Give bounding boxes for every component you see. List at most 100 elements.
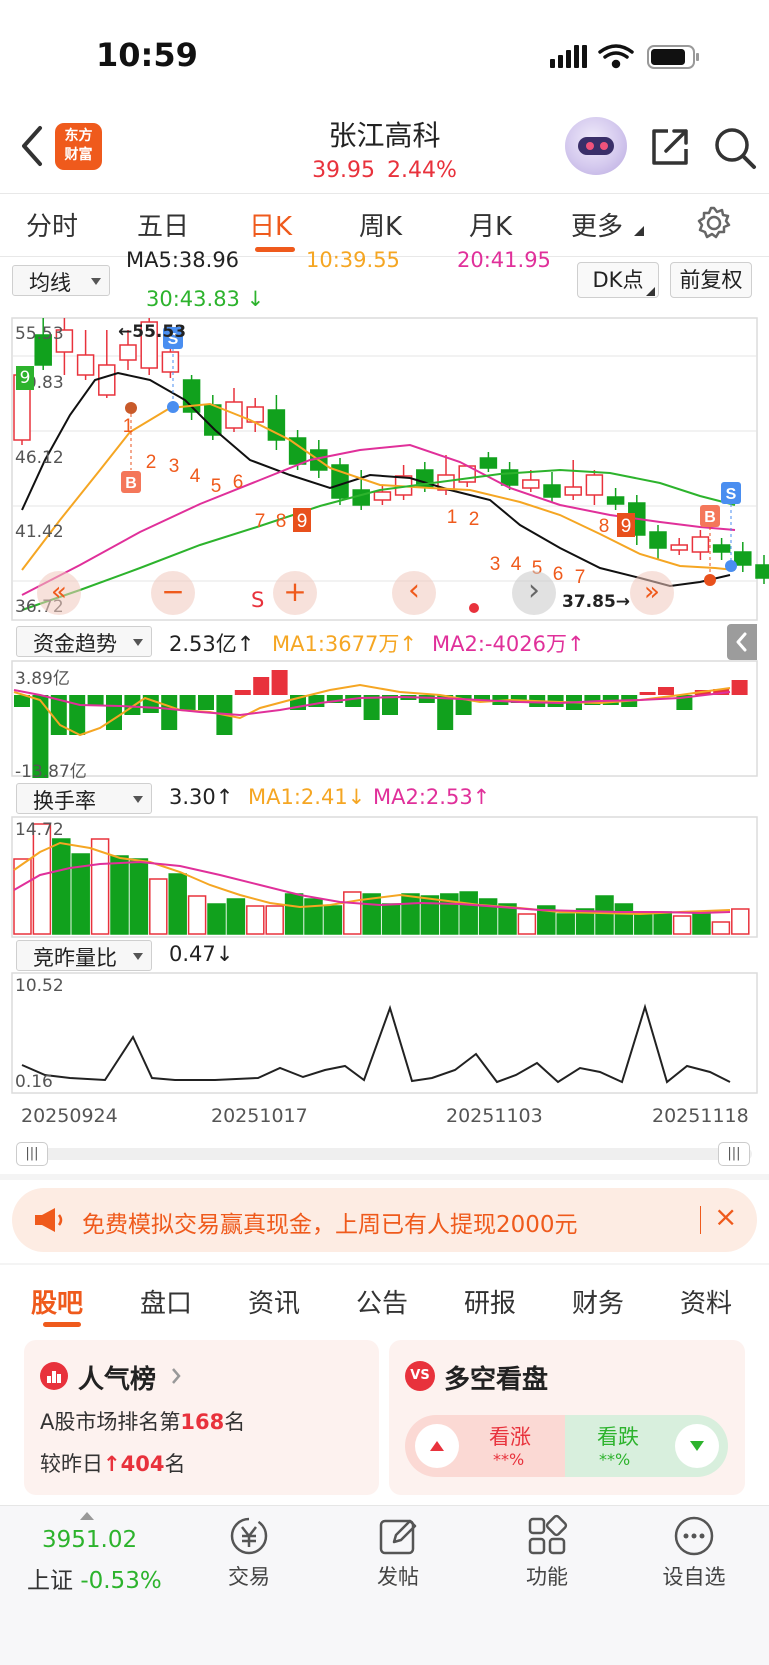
high-price-label: ←55.53 bbox=[118, 322, 187, 342]
candle-down bbox=[755, 564, 769, 579]
post-edit-icon[interactable] bbox=[376, 1514, 420, 1558]
chart-prev-button[interactable]: ‹ bbox=[392, 571, 436, 615]
gear-icon[interactable] bbox=[697, 206, 731, 240]
collapse-side-button[interactable] bbox=[727, 624, 757, 660]
turnover-down-bar bbox=[226, 898, 246, 935]
candle-down bbox=[479, 457, 498, 469]
nav-trade[interactable]: 交易 bbox=[189, 1561, 309, 1591]
search-icon[interactable] bbox=[712, 125, 758, 171]
turnover-down-bar bbox=[401, 893, 420, 935]
turnover-up-bar bbox=[711, 921, 731, 935]
turnover-y-top: 14.72 bbox=[15, 820, 64, 840]
candle-up bbox=[691, 536, 710, 553]
indicator-dropdown-ratio[interactable]: 竞昨量比 bbox=[16, 940, 152, 971]
robot-eye-icon bbox=[586, 142, 594, 150]
fund-outflow-bar bbox=[418, 695, 435, 703]
turnover-value: 3.30↑ bbox=[169, 785, 234, 809]
nav-add-watchlist[interactable]: 设自选 bbox=[634, 1561, 754, 1591]
candle-down bbox=[734, 551, 752, 566]
fund-outflow-bar bbox=[198, 695, 214, 710]
bear-percent: **% bbox=[599, 1450, 631, 1469]
ratio-y-bottom: 0.16 bbox=[15, 1072, 53, 1092]
indicator-dropdown-fund[interactable]: 资金趋势 bbox=[16, 626, 152, 657]
tab-day-k[interactable]: 日K bbox=[249, 206, 292, 243]
candle-down bbox=[649, 531, 667, 549]
nav-post[interactable]: 发帖 bbox=[338, 1561, 458, 1591]
fund-inflow-bar bbox=[253, 677, 270, 695]
ranking-icon bbox=[40, 1362, 68, 1390]
td-count-label: 7 bbox=[255, 511, 266, 532]
range-slider-track[interactable] bbox=[16, 1148, 752, 1160]
td-count-label: 6 bbox=[233, 472, 244, 493]
turnover-up-bar bbox=[672, 915, 692, 935]
date-label: 20251017 bbox=[211, 1105, 308, 1127]
td-count-label: 8 bbox=[276, 511, 287, 532]
candle-up bbox=[98, 364, 116, 396]
zoom-in-button[interactable]: + bbox=[273, 571, 317, 615]
turnover-down-bar bbox=[304, 898, 323, 935]
ratio-y-top: 10.52 bbox=[15, 976, 64, 996]
index-name-change[interactable]: 上证 -0.53% bbox=[27, 1561, 162, 1595]
tab-research[interactable]: 研报 bbox=[464, 1283, 516, 1320]
tab-news[interactable]: 资讯 bbox=[248, 1283, 300, 1320]
range-handle-right[interactable]: ||| bbox=[718, 1142, 750, 1166]
td-count-label: 9 bbox=[621, 516, 632, 537]
chart-last-button[interactable]: » bbox=[630, 571, 674, 615]
chart-first-button[interactable]: « bbox=[37, 571, 81, 615]
tab-wuri[interactable]: 五日 bbox=[137, 206, 189, 243]
td-count-label: 2 bbox=[146, 452, 157, 473]
tab-week-k[interactable]: 周K bbox=[359, 206, 402, 243]
popularity-title: 人气榜 bbox=[78, 1365, 157, 1395]
turnover-down-bar bbox=[653, 911, 672, 935]
turnover-up-bar bbox=[149, 878, 168, 935]
chart-next-button[interactable]: › bbox=[512, 571, 556, 615]
date-label: 20251118 bbox=[652, 1105, 749, 1127]
chevron-left-icon bbox=[736, 632, 747, 652]
range-handle-left[interactable]: ||| bbox=[16, 1142, 48, 1166]
turnover-down-bar bbox=[556, 913, 575, 935]
ma20-value: 20:41.95 bbox=[457, 248, 551, 272]
td-count-label: 3 bbox=[490, 554, 501, 575]
zoom-out-button[interactable]: − bbox=[151, 571, 195, 615]
section-divider bbox=[0, 1263, 769, 1265]
tab-fenshi[interactable]: 分时 bbox=[26, 206, 78, 243]
promo-text: 免费模拟交易赢真现金，上周已有人提现2000元 bbox=[82, 1212, 578, 1238]
tab-announcements[interactable]: 公告 bbox=[356, 1283, 408, 1320]
chevron-right-icon bbox=[172, 1368, 181, 1384]
fund-ma1: MA1:3677万↑ bbox=[272, 632, 417, 656]
expand-up-icon[interactable] bbox=[80, 1512, 94, 1520]
index-value[interactable]: 3951.02 bbox=[42, 1527, 137, 1553]
volume-ratio-chart bbox=[11, 972, 758, 1094]
fund-outflow-bar bbox=[106, 695, 122, 730]
tab-month-k[interactable]: 月K bbox=[469, 206, 512, 243]
tab-profile[interactable]: 资料 bbox=[680, 1283, 732, 1320]
candle-up bbox=[522, 479, 540, 489]
tab-guba[interactable]: 股吧 bbox=[31, 1283, 83, 1320]
nav-functions[interactable]: 功能 bbox=[487, 1561, 607, 1591]
turnover-chart bbox=[11, 816, 758, 938]
tab-more[interactable]: 更多 bbox=[571, 206, 623, 243]
trade-yen-icon[interactable] bbox=[227, 1514, 271, 1558]
fund-y-bottom: -13.87亿 bbox=[15, 762, 87, 782]
robot-eye-icon bbox=[600, 142, 608, 150]
forward-adjust-button[interactable]: 前复权 bbox=[670, 262, 752, 298]
function-grid-icon[interactable] bbox=[525, 1514, 569, 1558]
fund-inflow-bar bbox=[639, 692, 656, 695]
turnover-up-bar bbox=[265, 905, 284, 935]
fund-outflow-bar bbox=[161, 695, 178, 730]
td-count-label: 4 bbox=[511, 554, 522, 575]
dk-triangle-icon bbox=[646, 287, 655, 296]
fund-value: 2.53亿↑ bbox=[169, 632, 255, 656]
indicator-dropdown-turnover[interactable]: 换手率 bbox=[16, 783, 152, 814]
tab-pankou[interactable]: 盘口 bbox=[140, 1283, 192, 1320]
banner-close-icon[interactable]: × bbox=[714, 1200, 737, 1233]
turnover-down-bar bbox=[52, 838, 71, 935]
share-icon[interactable] bbox=[648, 125, 692, 169]
bull-percent: **% bbox=[493, 1450, 525, 1469]
turnover-ma1: MA1:2.41↓ bbox=[248, 785, 366, 809]
robot-face-icon bbox=[578, 137, 614, 155]
tab-finance[interactable]: 财务 bbox=[572, 1283, 624, 1320]
ma-dropdown[interactable]: 均线 bbox=[12, 265, 110, 296]
more-dots-icon[interactable] bbox=[672, 1514, 716, 1558]
fund-inflow-bar bbox=[658, 687, 674, 695]
